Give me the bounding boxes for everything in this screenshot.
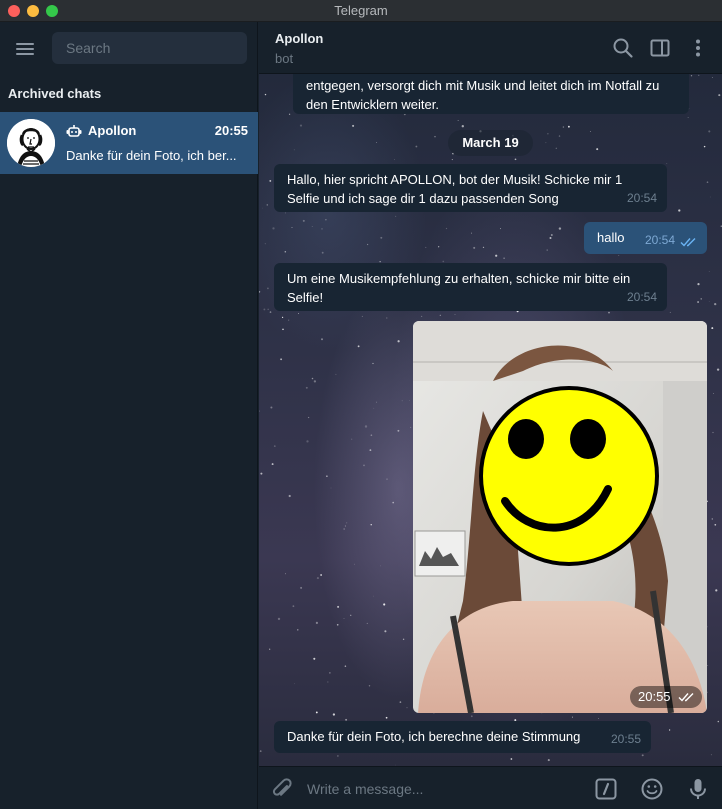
bot-command-icon[interactable] <box>594 777 618 801</box>
message-history[interactable]: entgegen, versorgt dich mit Musik und le… <box>259 74 722 766</box>
photo-time: 20:55 <box>630 686 702 708</box>
date-separator: March 19 <box>448 130 533 156</box>
message-bubble-incoming[interactable]: Danke für dein Foto, ich berechne deine … <box>274 721 651 753</box>
attach-icon[interactable] <box>271 777 293 801</box>
peer-status: bot <box>275 51 294 66</box>
message-text: Um eine Musikempfehlung zu erhalten, sch… <box>287 271 631 305</box>
chat-preview: Danke für dein Foto, ich ber... <box>66 148 237 163</box>
more-vertical-icon[interactable] <box>687 37 709 59</box>
chat-list-item-apollon[interactable]: Apollon 20:55 Danke für dein Foto, ich b… <box>0 112 258 174</box>
message-time: 20:55 <box>610 732 641 746</box>
selfie-photo-image <box>413 321 707 713</box>
message-time: 20:54 <box>644 233 675 247</box>
message-bubble-incoming[interactable]: entgegen, versorgt dich mit Musik und le… <box>293 74 689 114</box>
chat-header: Apollon bot <box>259 22 722 74</box>
message-time: 20:55 <box>638 689 671 704</box>
search-icon[interactable] <box>612 37 634 59</box>
message-bubble-outgoing[interactable]: hallo 20:54 <box>584 222 707 254</box>
sidebar-toggle-icon[interactable] <box>649 37 671 59</box>
chat-panel: Apollon bot entgegen, versorgt dich mit … <box>259 22 722 809</box>
message-time: 20:54 <box>626 191 657 205</box>
window-title: Telegram <box>334 3 388 18</box>
message-bubble-incoming[interactable]: Um eine Musikempfehlung zu erhalten, sch… <box>274 263 667 311</box>
avatar <box>7 119 55 167</box>
chat-time: 20:55 <box>214 123 248 138</box>
message-input[interactable] <box>307 775 577 803</box>
chat-name: Apollon <box>88 123 137 138</box>
emoji-icon[interactable] <box>640 777 664 801</box>
telegram-window: Telegram Archived chats <box>0 0 722 809</box>
message-text: Danke für dein Foto, ich berechne deine … <box>287 729 581 744</box>
peer-name[interactable]: Apollon <box>275 31 323 46</box>
message-composer <box>259 766 722 809</box>
message-text: Hallo, hier spricht APOLLON, bot der Mus… <box>287 172 623 206</box>
menu-icon[interactable] <box>14 41 36 57</box>
message-text: entgegen, versorgt dich mit Musik und le… <box>306 78 660 112</box>
search-input[interactable] <box>52 32 247 64</box>
message-bubble-incoming[interactable]: Hallo, hier spricht APOLLON, bot der Mus… <box>274 164 667 212</box>
bot-icon <box>66 124 82 138</box>
message-time: 20:54 <box>626 290 657 304</box>
double-check-icon <box>678 693 694 702</box>
double-check-icon <box>680 238 696 247</box>
photo-message[interactable]: 20:55 <box>413 321 707 713</box>
microphone-icon[interactable] <box>686 777 710 801</box>
sidebar: Archived chats <box>0 22 258 809</box>
title-bar: Telegram <box>0 0 722 22</box>
archived-chats-title: Archived chats <box>8 86 102 101</box>
